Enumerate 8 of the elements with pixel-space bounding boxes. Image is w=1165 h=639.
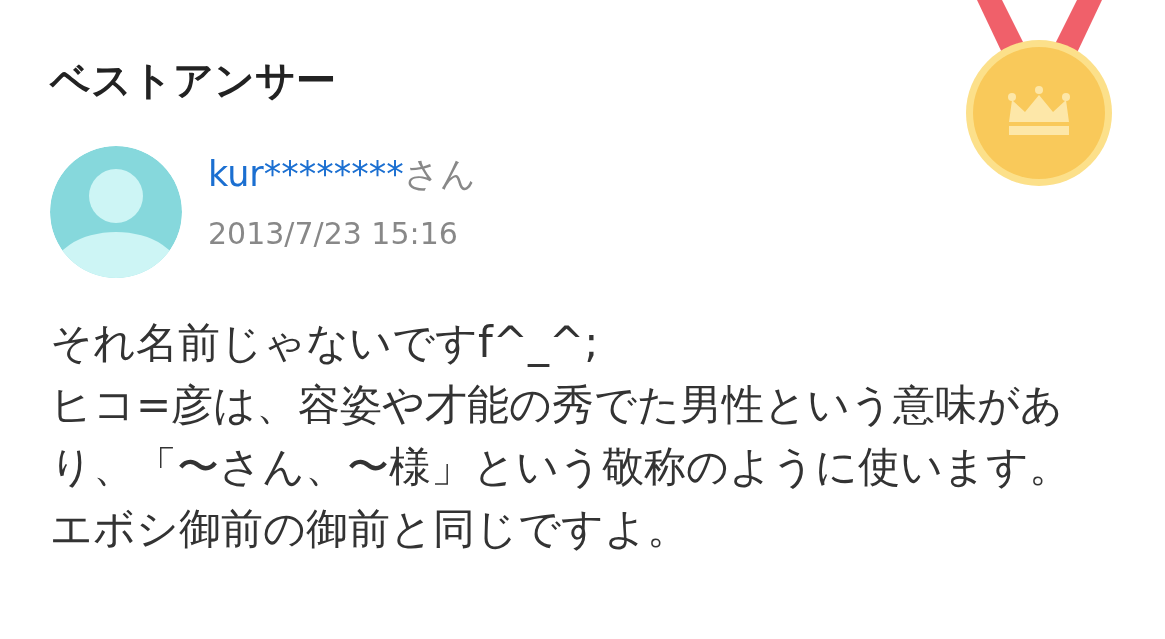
answer-text: それ名前じゃないですf^_^; (50, 317, 600, 369)
avatar-icon (50, 146, 182, 278)
post-date: 2013/7/23 15:16 (208, 215, 459, 253)
answer-text: ヒコ=彦は、容姿や才能の秀でた男性という意味があり、「〜さん、〜様」という敬称のように使います。 (50, 379, 1072, 493)
honorific: さん (403, 153, 476, 196)
section-title: ベストアンサー (50, 56, 337, 105)
answer-text: エボシ御前の御前と同じですよ。 (50, 503, 690, 555)
user-name-link[interactable]: kur******** (208, 152, 404, 196)
